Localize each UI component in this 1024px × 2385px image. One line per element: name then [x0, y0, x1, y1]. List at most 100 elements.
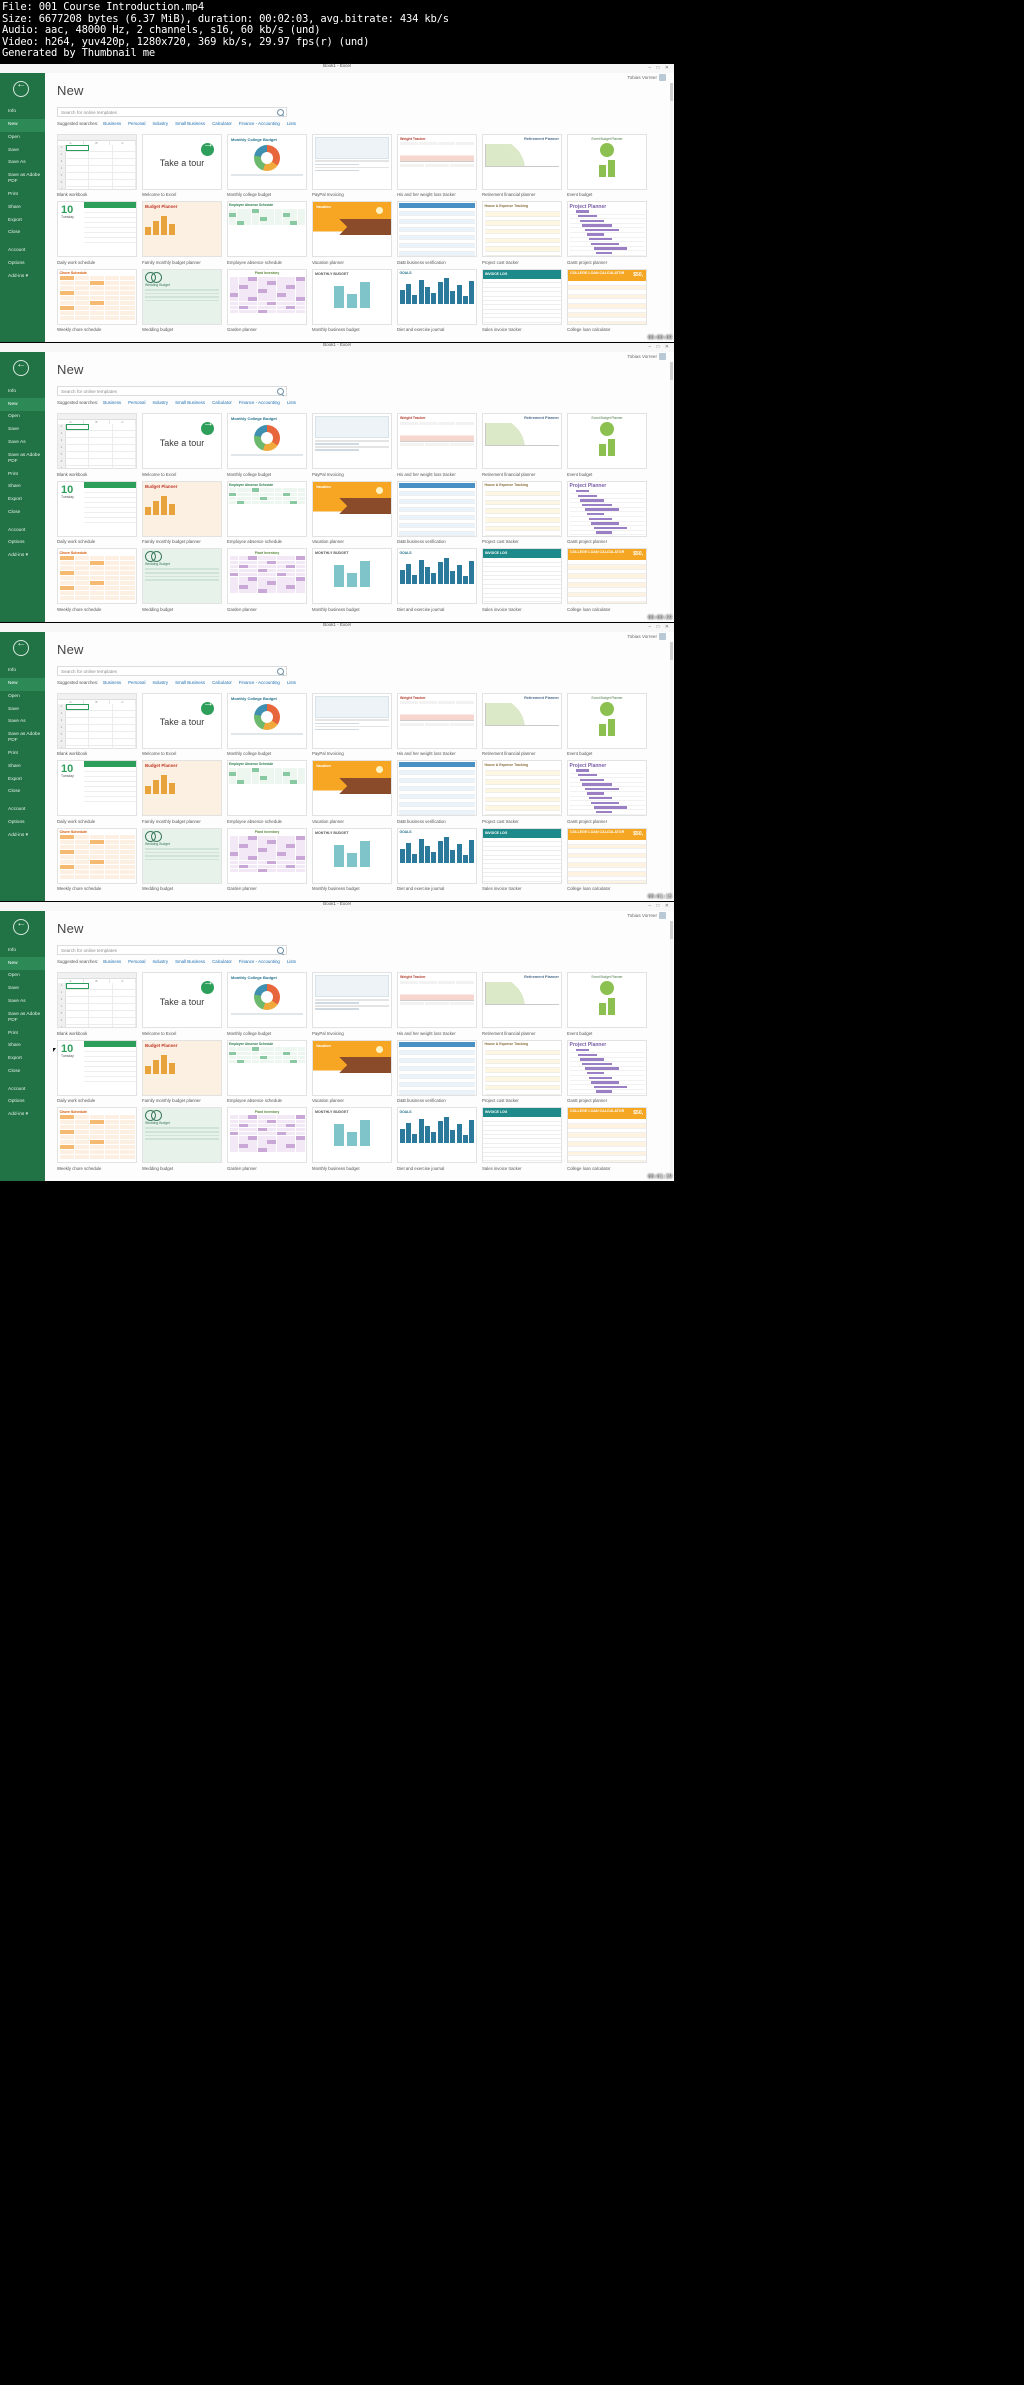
- template-card[interactable]: Event Budget Planner Event budget: [567, 972, 647, 1036]
- template-card[interactable]: MONTHLY BUDGET Monthly business budget: [312, 827, 392, 891]
- template-thumbnail[interactable]: [397, 1039, 477, 1096]
- template-thumbnail[interactable]: Employee Absence Schedule: [227, 480, 307, 537]
- sidebar-item-export[interactable]: Export: [0, 214, 45, 227]
- template-card[interactable]: GOALS Diet and exercise journal: [397, 1107, 477, 1171]
- suggested-search-finance-accounting[interactable]: Finance - Accounting: [239, 959, 280, 964]
- template-thumbnail[interactable]: Take a tour: [142, 413, 222, 470]
- template-thumbnail[interactable]: Project Planner: [567, 760, 647, 817]
- scrollbar-thumb[interactable]: [670, 641, 673, 660]
- template-card[interactable]: Event Budget Planner Event budget: [567, 692, 647, 756]
- sidebar-item-account[interactable]: Account: [0, 524, 45, 537]
- template-thumbnail[interactable]: MONTHLY BUDGET: [312, 827, 392, 884]
- template-thumbnail[interactable]: MONTHLY BUDGET: [312, 268, 392, 325]
- suggested-search-lists[interactable]: Lists: [287, 680, 296, 685]
- template-thumbnail[interactable]: [397, 760, 477, 817]
- template-thumbnail[interactable]: [312, 972, 392, 1029]
- template-card[interactable]: Budget Planner Family monthly budget plan…: [142, 1039, 222, 1103]
- template-card[interactable]: Weight Tracker His and her weight loss tr…: [397, 692, 477, 756]
- sidebar-item-print[interactable]: Print: [0, 468, 45, 481]
- suggested-search-small-business[interactable]: Small Business: [175, 121, 205, 126]
- template-thumbnail[interactable]: Event Budget Planner: [567, 413, 647, 470]
- scrollbar[interactable]: [670, 641, 673, 900]
- sidebar-item-save[interactable]: Save: [0, 703, 45, 716]
- template-thumbnail[interactable]: COLLEGE LOAN CALCULATOR $50,: [567, 548, 647, 605]
- back-arrow-icon[interactable]: [13, 359, 29, 377]
- sidebar-item-print[interactable]: Print: [0, 1027, 45, 1040]
- sidebar-item-save-as[interactable]: Save As: [0, 157, 45, 170]
- template-card[interactable]: 10 Tuesday Daily work schedule: [57, 760, 137, 824]
- template-thumbnail[interactable]: Monthly College Budget: [227, 413, 307, 470]
- template-thumbnail[interactable]: COLLEGE LOAN CALCULATOR $50,: [567, 268, 647, 325]
- sidebar-item-account[interactable]: Account: [0, 1083, 45, 1096]
- template-thumbnail[interactable]: Project Planner: [567, 201, 647, 258]
- template-card[interactable]: Plant Inventory Garden planner: [227, 268, 307, 332]
- template-card[interactable]: COLLEGE LOAN CALCULATOR $50, College loan …: [567, 1107, 647, 1171]
- template-thumbnail[interactable]: [312, 692, 392, 749]
- template-thumbnail[interactable]: Project Planner: [567, 1039, 647, 1096]
- template-card[interactable]: Employee Absence Schedule Employee absenc…: [227, 1039, 307, 1103]
- sidebar-item-close[interactable]: Close: [0, 786, 45, 799]
- sidebar-item-open[interactable]: Open: [0, 132, 45, 145]
- template-card[interactable]: MONTHLY BUDGET Monthly business budget: [312, 548, 392, 612]
- template-card[interactable]: Wedding Budget Wedding budget: [142, 1107, 222, 1171]
- template-card[interactable]: Take a tourWelcome to Excel: [142, 133, 222, 197]
- window-controls[interactable]: – □ ✕: [648, 344, 671, 350]
- template-thumbnail[interactable]: Plant Inventory: [227, 827, 307, 884]
- template-thumbnail[interactable]: Plant Inventory: [227, 548, 307, 605]
- search-icon[interactable]: [277, 667, 284, 675]
- template-thumbnail[interactable]: Monthly College Budget: [227, 133, 307, 190]
- template-thumbnail[interactable]: Vacation: [312, 201, 392, 258]
- template-card[interactable]: Chore Schedule Weekly chore schedule: [57, 268, 137, 332]
- template-thumbnail[interactable]: Weight Tracker: [397, 692, 477, 749]
- template-card[interactable]: Chore Schedule Weekly chore schedule: [57, 1107, 137, 1171]
- suggested-search-small-business[interactable]: Small Business: [175, 680, 205, 685]
- sidebar-item-options[interactable]: Options: [0, 1096, 45, 1109]
- template-thumbnail[interactable]: [312, 133, 392, 190]
- template-thumbnail[interactable]: Employee Absence Schedule: [227, 201, 307, 258]
- search-icon[interactable]: [277, 947, 284, 955]
- back-arrow-icon[interactable]: [13, 79, 29, 97]
- template-card[interactable]: Project Planner Gantt project planner: [567, 201, 647, 265]
- sidebar-item-print[interactable]: Print: [0, 748, 45, 761]
- template-card[interactable]: GOALS Diet and exercise journal: [397, 548, 477, 612]
- template-thumbnail[interactable]: Retirement Planner: [482, 413, 562, 470]
- sidebar-item-new[interactable]: New: [0, 398, 45, 412]
- template-thumbnail[interactable]: Take a tour: [142, 692, 222, 749]
- sidebar-item-account[interactable]: Account: [0, 245, 45, 258]
- sidebar-item-options[interactable]: Options: [0, 258, 45, 271]
- sidebar-item-save-as-adobe-pdf[interactable]: Save as Adobe PDF: [0, 449, 45, 468]
- template-card[interactable]: Take a tourWelcome to Excel: [142, 972, 222, 1036]
- template-card[interactable]: D&B business verification: [397, 480, 477, 544]
- sidebar-item-save-as-adobe-pdf[interactable]: Save as Adobe PDF: [0, 1008, 45, 1027]
- sidebar-item-save[interactable]: Save: [0, 983, 45, 996]
- sidebar-item-new[interactable]: New: [0, 957, 45, 971]
- template-thumbnail[interactable]: Plant Inventory: [227, 268, 307, 325]
- template-thumbnail[interactable]: 10 Tuesday: [57, 1039, 137, 1096]
- template-card[interactable]: Employee Absence Schedule Employee absenc…: [227, 480, 307, 544]
- sidebar-item-share[interactable]: Share: [0, 760, 45, 773]
- sidebar-item-info[interactable]: Info: [0, 944, 45, 957]
- template-card[interactable]: INVOICE LOG Sales invoice tracker: [482, 827, 562, 891]
- template-thumbnail[interactable]: GOALS: [397, 827, 477, 884]
- template-thumbnail[interactable]: Wedding Budget: [142, 1107, 222, 1164]
- suggested-search-industry[interactable]: Industry: [152, 959, 168, 964]
- suggested-search-calculator[interactable]: Calculator: [212, 400, 232, 405]
- suggested-search-calculator[interactable]: Calculator: [212, 121, 232, 126]
- sidebar-item-open[interactable]: Open: [0, 411, 45, 424]
- template-thumbnail[interactable]: GOALS: [397, 1107, 477, 1164]
- template-thumbnail[interactable]: Vacation: [312, 480, 392, 537]
- template-thumbnail[interactable]: Chore Schedule: [57, 1107, 137, 1164]
- template-thumbnail[interactable]: Vacation: [312, 1039, 392, 1096]
- template-thumbnail[interactable]: Retirement Planner: [482, 972, 562, 1029]
- sidebar-item-new[interactable]: New: [0, 677, 45, 691]
- template-card[interactable]: GOALS Diet and exercise journal: [397, 827, 477, 891]
- template-thumbnail[interactable]: Employee Absence Schedule: [227, 1039, 307, 1096]
- template-thumbnail[interactable]: [312, 413, 392, 470]
- sidebar-item-save-as[interactable]: Save As: [0, 716, 45, 729]
- template-card[interactable]: D&B business verification: [397, 201, 477, 265]
- template-card[interactable]: Chore Schedule Weekly chore schedule: [57, 827, 137, 891]
- template-card[interactable]: INVOICE LOG Sales invoice tracker: [482, 268, 562, 332]
- template-card[interactable]: Employee Absence Schedule Employee absenc…: [227, 760, 307, 824]
- template-thumbnail[interactable]: [397, 201, 477, 258]
- template-thumbnail[interactable]: Monthly College Budget: [227, 972, 307, 1029]
